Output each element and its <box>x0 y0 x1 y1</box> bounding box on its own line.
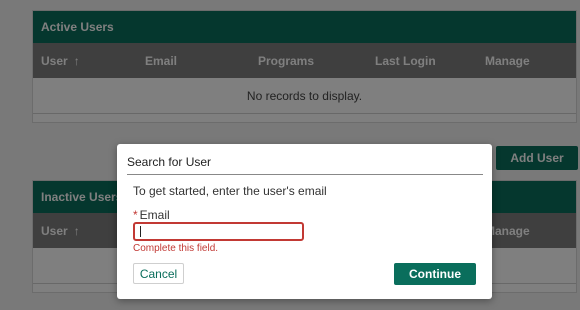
text-cursor <box>140 226 141 237</box>
cancel-button[interactable]: Cancel <box>133 263 184 284</box>
search-user-dialog: Search for User To get started, enter th… <box>117 144 492 299</box>
dialog-divider <box>127 174 483 175</box>
email-label-text: Email <box>139 208 170 222</box>
dialog-title: Search for User <box>127 155 212 169</box>
required-asterisk: * <box>133 208 138 222</box>
email-input[interactable] <box>133 222 304 241</box>
dialog-instructions: To get started, enter the user's email <box>133 184 327 198</box>
email-field-label: * Email <box>133 208 170 222</box>
email-error-message: Complete this field. <box>133 243 219 254</box>
continue-button[interactable]: Continue <box>394 263 476 285</box>
